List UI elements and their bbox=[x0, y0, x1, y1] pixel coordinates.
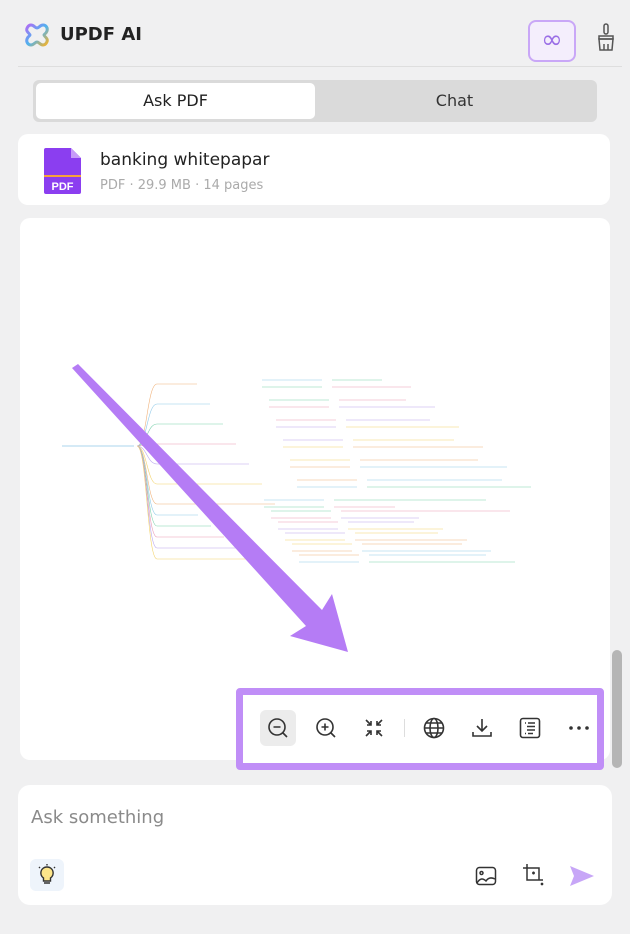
globe-icon bbox=[423, 717, 445, 739]
zoom-in-icon bbox=[316, 718, 336, 738]
image-upload-icon[interactable] bbox=[475, 865, 497, 887]
outline-icon bbox=[519, 717, 541, 739]
send-icon[interactable] bbox=[569, 865, 595, 887]
ask-input-box[interactable]: Ask something bbox=[18, 785, 612, 905]
mind-map-toolbar bbox=[236, 688, 604, 770]
lightbulb-icon bbox=[38, 864, 56, 884]
globe-button[interactable] bbox=[416, 710, 452, 746]
scrollbar[interactable] bbox=[612, 650, 622, 768]
more-icon bbox=[569, 726, 589, 730]
screenshot-crop-icon[interactable] bbox=[522, 863, 546, 887]
zoom-out-button[interactable] bbox=[260, 710, 296, 746]
zoom-in-button[interactable] bbox=[308, 710, 344, 746]
prompt-tips-button[interactable] bbox=[30, 859, 64, 891]
more-button[interactable] bbox=[561, 710, 597, 746]
collapse-icon bbox=[365, 719, 383, 737]
outline-button[interactable] bbox=[512, 710, 548, 746]
download-button[interactable] bbox=[464, 710, 500, 746]
download-icon bbox=[472, 719, 492, 737]
ask-input[interactable]: Ask something bbox=[31, 807, 164, 828]
zoom-out-icon bbox=[268, 718, 288, 738]
toolbar-separator bbox=[404, 719, 405, 737]
collapse-button[interactable] bbox=[356, 710, 392, 746]
